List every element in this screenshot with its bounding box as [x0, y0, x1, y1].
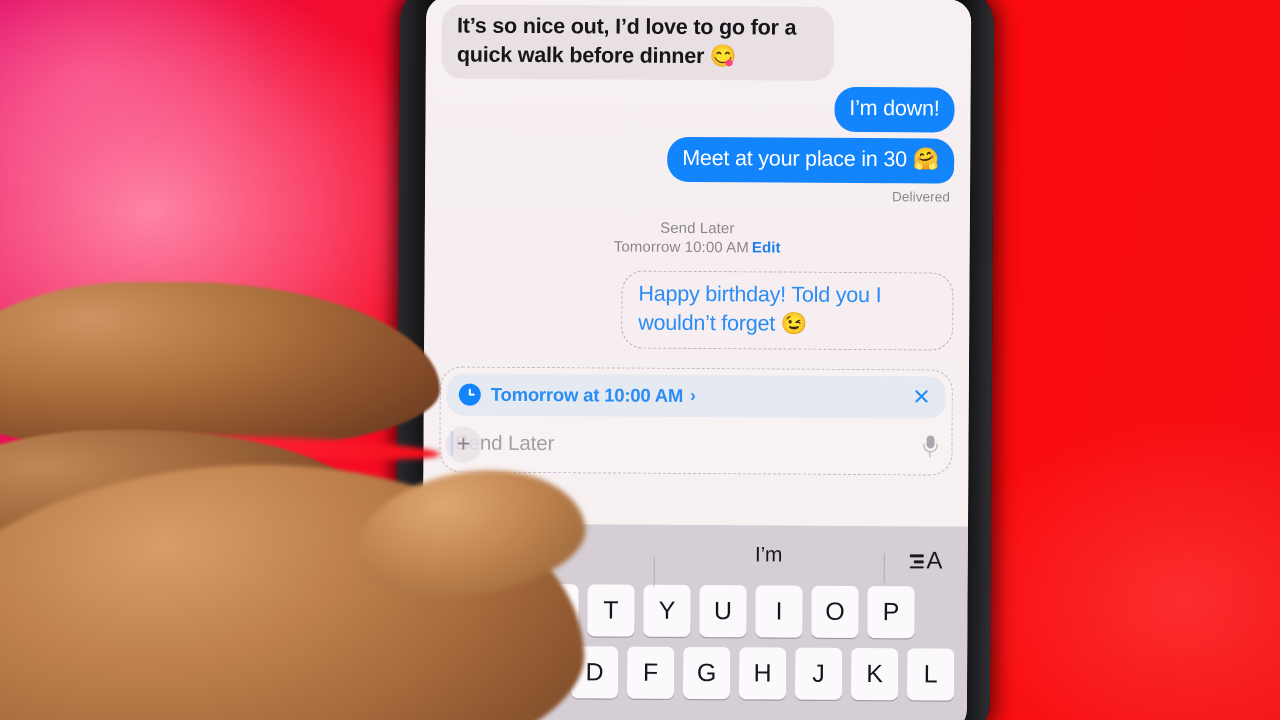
message-row-scheduled: Happy birthday! Told you I wouldn’t forg… — [440, 269, 954, 351]
key-r[interactable]: R — [531, 584, 579, 637]
schedule-chip-label: Tomorrow at 10:00 AM — [490, 383, 684, 406]
message-bubble-outgoing-1[interactable]: I’m down! — [834, 86, 955, 133]
composer-box: Tomorrow at 10:00 AM › ✕ Send Later — [439, 366, 953, 476]
clock-icon — [458, 383, 481, 406]
key-l[interactable]: L — [906, 648, 955, 701]
key-o[interactable]: O — [811, 585, 859, 639]
phone-screen: It’s so nice out, I’d love to go for a q… — [421, 0, 972, 720]
key-y[interactable]: Y — [643, 584, 691, 637]
onscreen-keyboard: The I’m A E R T Y U I O P A S D F G H J … — [421, 523, 968, 720]
key-a[interactable]: A — [458, 645, 507, 698]
writing-tools-button[interactable]: A — [884, 539, 968, 575]
send-later-label: Send Later — [660, 219, 735, 238]
keyboard-suggestion-bar: The I’m A — [423, 523, 968, 586]
message-row-incoming: It’s so nice out, I’d love to go for a q… — [441, 4, 955, 81]
key-k[interactable]: K — [850, 647, 899, 701]
message-row-outgoing-1: I’m down! — [441, 84, 955, 133]
key-f[interactable]: F — [626, 646, 675, 699]
writing-tools-icon: A — [909, 547, 943, 575]
send-later-time: Tomorrow 10:00 AM — [613, 238, 749, 257]
message-input-row[interactable]: Send Later — [446, 415, 945, 474]
chevron-right-icon[interactable]: › — [690, 386, 696, 406]
key-j[interactable]: J — [794, 647, 843, 700]
composer-area: Tomorrow at 10:00 AM › ✕ Send Later — [423, 366, 969, 476]
add-attachment-button[interactable]: + — [445, 426, 482, 463]
message-bubble-outgoing-2[interactable]: Meet at your place in 30 🤗 — [667, 136, 955, 184]
send-later-divider: Send Later Tomorrow 10:00 AM Edit — [441, 217, 954, 258]
key-i[interactable]: I — [755, 585, 803, 638]
key-e[interactable]: E — [475, 583, 523, 636]
suggestion-chip-2[interactable]: I’m — [653, 543, 884, 568]
close-icon[interactable]: ✕ — [910, 384, 933, 409]
send-later-time-line: Tomorrow 10:00 AM Edit — [614, 239, 781, 257]
key-g[interactable]: G — [682, 646, 731, 700]
message-row-outgoing-2: Meet at your place in 30 🤗 — [441, 135, 955, 184]
suggestion-chip-1[interactable]: The — [423, 541, 654, 566]
key-d[interactable]: D — [570, 646, 619, 699]
phone-device: It’s so nice out, I’d love to go for a q… — [395, 0, 995, 720]
key-t[interactable]: T — [587, 584, 635, 637]
keyboard-row-2: A S D F G H J K L — [422, 645, 967, 701]
schedule-chip[interactable]: Tomorrow at 10:00 AM › ✕ — [446, 373, 946, 419]
key-s[interactable]: S — [514, 645, 563, 699]
send-later-edit-link[interactable]: Edit — [752, 239, 781, 256]
delivered-status: Delivered — [892, 189, 951, 205]
writing-tools-a-glyph: A — [926, 547, 943, 575]
key-u[interactable]: U — [699, 585, 747, 638]
microphone-icon[interactable] — [922, 434, 938, 458]
message-bubble-incoming[interactable]: It’s so nice out, I’d love to go for a q… — [441, 4, 835, 81]
key-h[interactable]: H — [738, 647, 787, 700]
keyboard-row-1: E R T Y U I O P — [422, 583, 967, 639]
message-bubble-scheduled[interactable]: Happy birthday! Told you I wouldn’t forg… — [621, 270, 954, 351]
key-p[interactable]: P — [867, 586, 915, 639]
